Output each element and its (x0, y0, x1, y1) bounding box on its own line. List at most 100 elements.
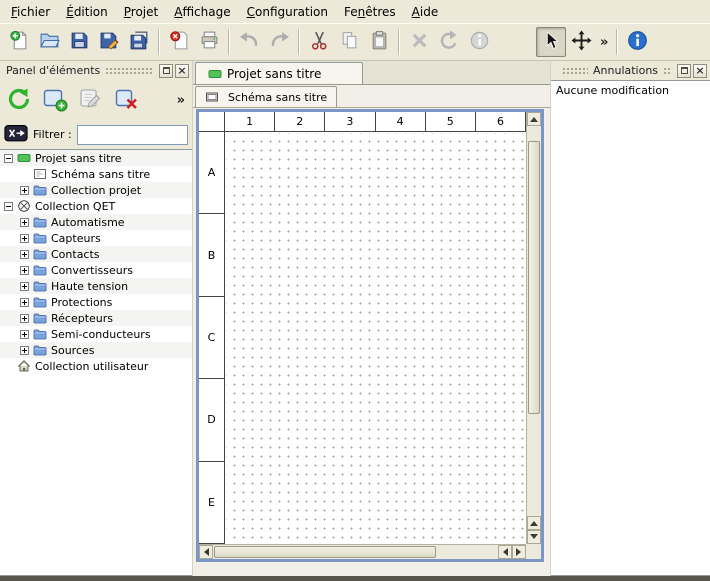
save-all-icon (129, 30, 150, 54)
arrow-left-icon (499, 548, 508, 556)
filter-label: Filtrer : (33, 128, 72, 141)
vertical-scroll-track[interactable] (527, 126, 541, 516)
vertical-scroll-thumb[interactable] (528, 141, 540, 414)
toolbar-separator (616, 29, 618, 55)
scroll-left-button[interactable] (199, 545, 213, 559)
dock-grip-handle[interactable] (663, 67, 670, 75)
print-button[interactable] (194, 27, 224, 57)
tree-item-contacts[interactable]: Contacts (0, 246, 192, 262)
tree-item-protections[interactable]: Protections (0, 294, 192, 310)
tree-item-automatisme[interactable]: Automatisme (0, 214, 192, 230)
undo-panel: Annulations × Aucune modification (550, 61, 710, 576)
filter-input[interactable] (77, 125, 188, 145)
horizontal-scroll-track[interactable] (213, 545, 498, 559)
horizontal-scrollbar[interactable] (199, 544, 526, 559)
menu-label: ffichage (182, 5, 230, 19)
float-panel-button[interactable] (159, 64, 173, 78)
scroll-left-button[interactable] (498, 545, 512, 559)
elements-panel-titlebar[interactable]: Panel d'éléments × (0, 61, 192, 80)
column-header: 3 (325, 112, 375, 131)
clear-filter-icon[interactable] (4, 124, 28, 146)
collapse-expander-icon[interactable] (4, 202, 13, 211)
menu-projet[interactable]: Projet (116, 3, 166, 21)
edit-element-button[interactable] (75, 84, 107, 116)
expand-expander-icon[interactable] (20, 250, 29, 259)
close-panel-button[interactable]: × (693, 64, 707, 78)
float-panel-button[interactable] (677, 64, 691, 78)
rotate-button[interactable] (434, 27, 464, 57)
tree-item-semi-conducteurs[interactable]: Semi-conducteurs (0, 326, 192, 342)
tree-item-recepteurs[interactable]: Récepteurs (0, 310, 192, 326)
save-all-button[interactable] (124, 27, 154, 57)
redo-button[interactable] (264, 27, 294, 57)
menu-fichier[interactable]: Fichier (3, 3, 58, 21)
vertical-scrollbar[interactable] (526, 112, 541, 544)
tree-item-capteurs[interactable]: Capteurs (0, 230, 192, 246)
toolbar-overflow-chevron-icon[interactable]: » (596, 35, 612, 50)
scroll-up-button[interactable] (527, 112, 541, 126)
close-file-button[interactable] (164, 27, 194, 57)
new-element-button[interactable] (39, 84, 71, 116)
save-as-button[interactable] (94, 27, 124, 57)
print-icon (199, 30, 220, 54)
schema-canvas[interactable] (226, 133, 526, 544)
tree-item-collection-projet[interactable]: Collection projet (0, 182, 192, 198)
edit-properties-button[interactable] (464, 27, 494, 57)
expand-expander-icon[interactable] (20, 314, 29, 323)
tab-projet-sans-titre[interactable]: Projet sans titre (195, 62, 363, 84)
paste-button[interactable] (364, 27, 394, 57)
tree-item-collection-qet[interactable]: Collection QET (0, 198, 192, 214)
select-tool-button[interactable] (536, 27, 566, 57)
tree-item-label: Contacts (51, 248, 100, 261)
tree-item-label: Capteurs (51, 232, 101, 245)
expand-expander-icon[interactable] (20, 346, 29, 355)
tab-schema-sans-titre[interactable]: Schéma sans titre (195, 86, 337, 107)
cut-button[interactable] (304, 27, 334, 57)
tree-item-collection-utilisateur[interactable]: Collection utilisateur (0, 358, 192, 374)
horizontal-scroll-thumb[interactable] (214, 546, 436, 558)
menu-configuration[interactable]: Configuration (239, 3, 336, 21)
elements-panel: Panel d'éléments × » Filtrer : Projet sa… (0, 61, 193, 576)
delete-button[interactable] (404, 27, 434, 57)
close-panel-button[interactable]: × (175, 64, 189, 78)
tree-item-schema-sans-titre[interactable]: Schéma sans titre (0, 166, 192, 182)
scroll-down-button[interactable] (527, 530, 541, 544)
tree-item-sources[interactable]: Sources (0, 342, 192, 358)
reload-collections-button[interactable] (3, 84, 35, 116)
dock-grip-handle[interactable] (105, 67, 152, 75)
scroll-up-button[interactable] (527, 516, 541, 530)
menubar: Fichier Édition Projet Affichage Configu… (0, 0, 710, 23)
scroll-right-button[interactable] (512, 545, 526, 559)
window-resize-grip[interactable] (526, 544, 541, 559)
panel-overflow-chevron-icon[interactable]: » (173, 93, 189, 108)
menu-aide[interactable]: Aide (404, 3, 447, 21)
expand-expander-icon[interactable] (20, 186, 29, 195)
open-project-button[interactable] (34, 27, 64, 57)
folder-icon (33, 343, 47, 357)
menu-fenetres[interactable]: Fenêtres (336, 3, 404, 21)
undo-history-list[interactable]: Aucune modification (551, 80, 710, 576)
copy-button[interactable] (334, 27, 364, 57)
collapse-expander-icon[interactable] (4, 154, 13, 163)
expand-expander-icon[interactable] (20, 234, 29, 243)
undo-button[interactable] (234, 27, 264, 57)
new-document-button[interactable] (4, 27, 34, 57)
expand-expander-icon[interactable] (20, 282, 29, 291)
save-button[interactable] (64, 27, 94, 57)
expand-expander-icon[interactable] (20, 298, 29, 307)
tree-item-convertisseurs[interactable]: Convertisseurs (0, 262, 192, 278)
expand-expander-icon[interactable] (20, 266, 29, 275)
menu-affichage[interactable]: Affichage (166, 3, 238, 21)
about-info-button[interactable] (622, 27, 652, 57)
info-blue-icon (627, 30, 648, 54)
menu-edition[interactable]: Édition (58, 3, 116, 21)
tree-item-haute-tension[interactable]: Haute tension (0, 278, 192, 294)
delete-element-button[interactable] (111, 84, 143, 116)
column-header: 5 (426, 112, 476, 131)
move-tool-button[interactable] (566, 27, 596, 57)
dock-grip-handle[interactable] (562, 67, 588, 75)
expand-expander-icon[interactable] (20, 330, 29, 339)
expand-expander-icon[interactable] (20, 218, 29, 227)
undo-panel-titlebar[interactable]: Annulations × (551, 61, 710, 80)
tree-item-projet-sans-titre[interactable]: Projet sans titre (0, 150, 192, 166)
